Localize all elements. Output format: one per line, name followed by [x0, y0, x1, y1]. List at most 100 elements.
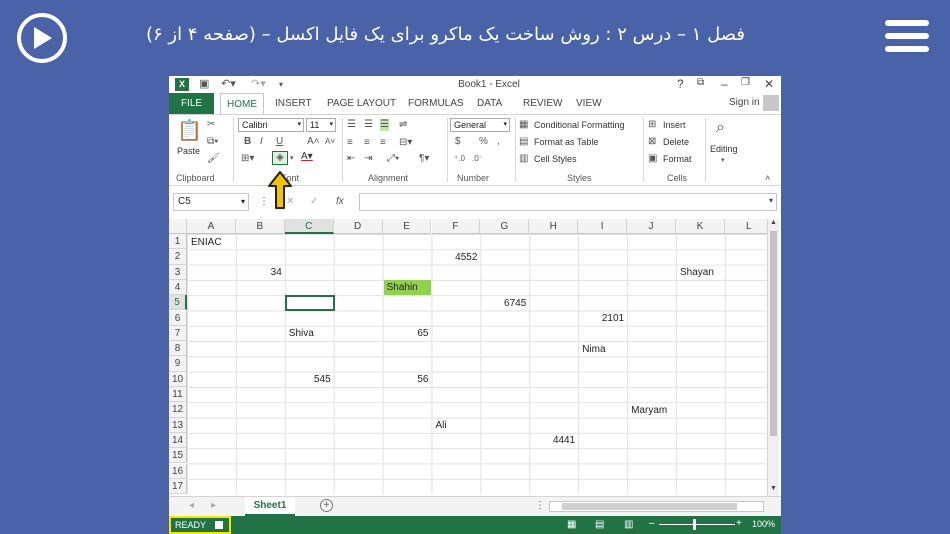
sheet-tab-sheet1[interactable]: Sheet1	[245, 497, 295, 516]
tab-data[interactable]: DATA	[477, 93, 502, 114]
tab-review[interactable]: REVIEW	[523, 93, 562, 114]
insert-function-button[interactable]: fx	[336, 196, 344, 208]
insert-cells-button[interactable]: Insert	[663, 120, 686, 130]
number-format-combo[interactable]: General ▾	[450, 118, 510, 132]
format-painter-icon[interactable]: 🖌	[207, 153, 220, 165]
cell[interactable]: 34	[237, 265, 285, 280]
merge-center-icon[interactable]: ⊟▾	[399, 137, 412, 149]
formula-input[interactable]: ▾	[359, 193, 777, 211]
row-header[interactable]: 9	[169, 356, 187, 372]
paste-button[interactable]: Paste	[177, 146, 200, 156]
format-cells-button[interactable]: Format	[663, 154, 692, 164]
collapse-ribbon-icon[interactable]: ˄	[765, 172, 770, 184]
active-cell-c5[interactable]	[284, 295, 335, 312]
column-header[interactable]: D	[333, 219, 383, 234]
underline-button[interactable]: U	[276, 136, 283, 148]
row-header[interactable]: 16	[169, 463, 187, 479]
row-header[interactable]: 5	[169, 295, 187, 311]
select-all-corner[interactable]	[169, 219, 187, 234]
column-header[interactable]: A	[187, 219, 236, 234]
row-header[interactable]: 10	[169, 371, 187, 387]
redo-icon[interactable]: ↷▾	[251, 78, 266, 91]
ribbon-display-icon[interactable]: ⧉	[697, 77, 704, 88]
sign-in-link[interactable]: Sign in	[729, 97, 760, 108]
restore-icon[interactable]: ❐	[741, 77, 750, 88]
column-header[interactable]: E	[382, 219, 432, 234]
cell[interactable]: Ali	[433, 418, 450, 433]
tab-page-layout[interactable]: PAGE LAYOUT	[327, 93, 396, 114]
chevron-down-icon[interactable]: ▾	[290, 153, 294, 165]
row-header[interactable]: 15	[169, 448, 187, 464]
zoom-out-icon[interactable]: –	[649, 518, 655, 530]
help-button[interactable]: ?	[677, 77, 684, 91]
row-header[interactable]: 13	[169, 417, 187, 433]
column-header[interactable]: J	[627, 219, 676, 234]
row-header[interactable]: 4	[169, 279, 187, 296]
align-right-icon[interactable]: ≡	[380, 137, 386, 149]
row-header[interactable]: 12	[169, 402, 187, 418]
column-header[interactable]: B	[235, 219, 285, 234]
wrap-text-icon[interactable]: ⇌	[399, 119, 407, 131]
page-break-view-icon[interactable]: ▥	[624, 519, 633, 531]
copy-icon[interactable]: ⧉▾	[207, 136, 218, 148]
text-direction-icon[interactable]: ¶▾	[419, 153, 429, 165]
add-sheet-icon[interactable]: +	[320, 499, 333, 512]
font-color-icon[interactable]: A▾	[301, 151, 313, 163]
zoom-slider-thumb[interactable]	[693, 519, 696, 530]
font-name-combo[interactable]: Calibri ▾	[238, 118, 304, 132]
cell[interactable]: 545	[286, 372, 334, 387]
row-header[interactable]: 8	[169, 341, 187, 357]
percent-button[interactable]: %	[479, 136, 488, 148]
decrease-font-icon[interactable]: A˅	[325, 136, 335, 148]
cell[interactable]: Shahin	[383, 280, 432, 296]
horizontal-scroll-thumb[interactable]	[562, 503, 737, 510]
align-left-icon[interactable]: ≡	[347, 137, 353, 149]
scroll-up-icon[interactable]: ▲	[770, 219, 777, 226]
paste-icon[interactable]: 📋	[177, 120, 202, 142]
tab-home[interactable]: HOME	[220, 93, 264, 115]
borders-icon[interactable]: ⊞▾	[241, 153, 254, 165]
increase-decimal-icon[interactable]: ⁺.0	[454, 153, 465, 165]
cell[interactable]: 4441	[530, 433, 578, 448]
cell[interactable]: Shayan	[677, 265, 717, 280]
avatar[interactable]	[763, 95, 779, 111]
row-header[interactable]: 7	[169, 325, 187, 342]
binoculars-icon[interactable]: ⌕	[716, 119, 725, 137]
normal-view-icon[interactable]: ▦	[567, 519, 576, 531]
column-header[interactable]: G	[480, 219, 530, 234]
save-icon[interactable]: ▣	[199, 78, 209, 91]
undo-icon[interactable]: ↶▾	[221, 78, 236, 91]
cell[interactable]: Maryam	[628, 403, 670, 418]
zoom-slider[interactable]	[659, 524, 735, 525]
page-layout-view-icon[interactable]: ▤	[595, 519, 604, 531]
cell[interactable]: ENIAC	[188, 235, 225, 250]
prev-sheet-icon[interactable]: ◂	[189, 500, 194, 512]
format-as-table-button[interactable]: Format as Table	[534, 137, 598, 147]
decrease-decimal-icon[interactable]: .0⁻	[472, 153, 483, 165]
next-sheet-icon[interactable]: ▸	[211, 500, 216, 512]
orientation-icon[interactable]: ⤢▾	[387, 153, 399, 165]
macro-record-icon[interactable]	[215, 521, 223, 529]
vertical-scrollbar[interactable]: ▲ ▼	[767, 219, 779, 496]
scroll-down-icon[interactable]: ▼	[770, 485, 777, 492]
minimize-icon[interactable]: –	[721, 77, 728, 91]
cell-styles-button[interactable]: Cell Styles	[534, 154, 577, 164]
editing-button[interactable]: Editing	[710, 144, 738, 154]
chevron-down-icon[interactable]: ▾	[721, 155, 725, 167]
row-header[interactable]: 14	[169, 432, 187, 449]
column-header[interactable]: K	[676, 219, 725, 234]
column-header[interactable]: F	[431, 219, 481, 234]
split-handle-icon[interactable]: ⋮	[535, 500, 545, 512]
zoom-level[interactable]: 100%	[752, 519, 775, 529]
zoom-in-icon[interactable]: +	[736, 518, 742, 530]
customize-toolbar-icon[interactable]: ▾	[279, 78, 283, 91]
bold-button[interactable]: B	[244, 136, 251, 148]
tab-view[interactable]: VIEW	[576, 93, 602, 114]
italic-button[interactable]: I	[260, 136, 263, 148]
decrease-indent-icon[interactable]: ⇤	[347, 153, 355, 165]
cell[interactable]: Shiva	[286, 326, 317, 341]
horizontal-scrollbar[interactable]	[549, 501, 764, 512]
tab-file[interactable]: FILE	[169, 93, 214, 114]
cell[interactable]: 2101	[579, 311, 627, 326]
row-header[interactable]: 6	[169, 310, 187, 326]
